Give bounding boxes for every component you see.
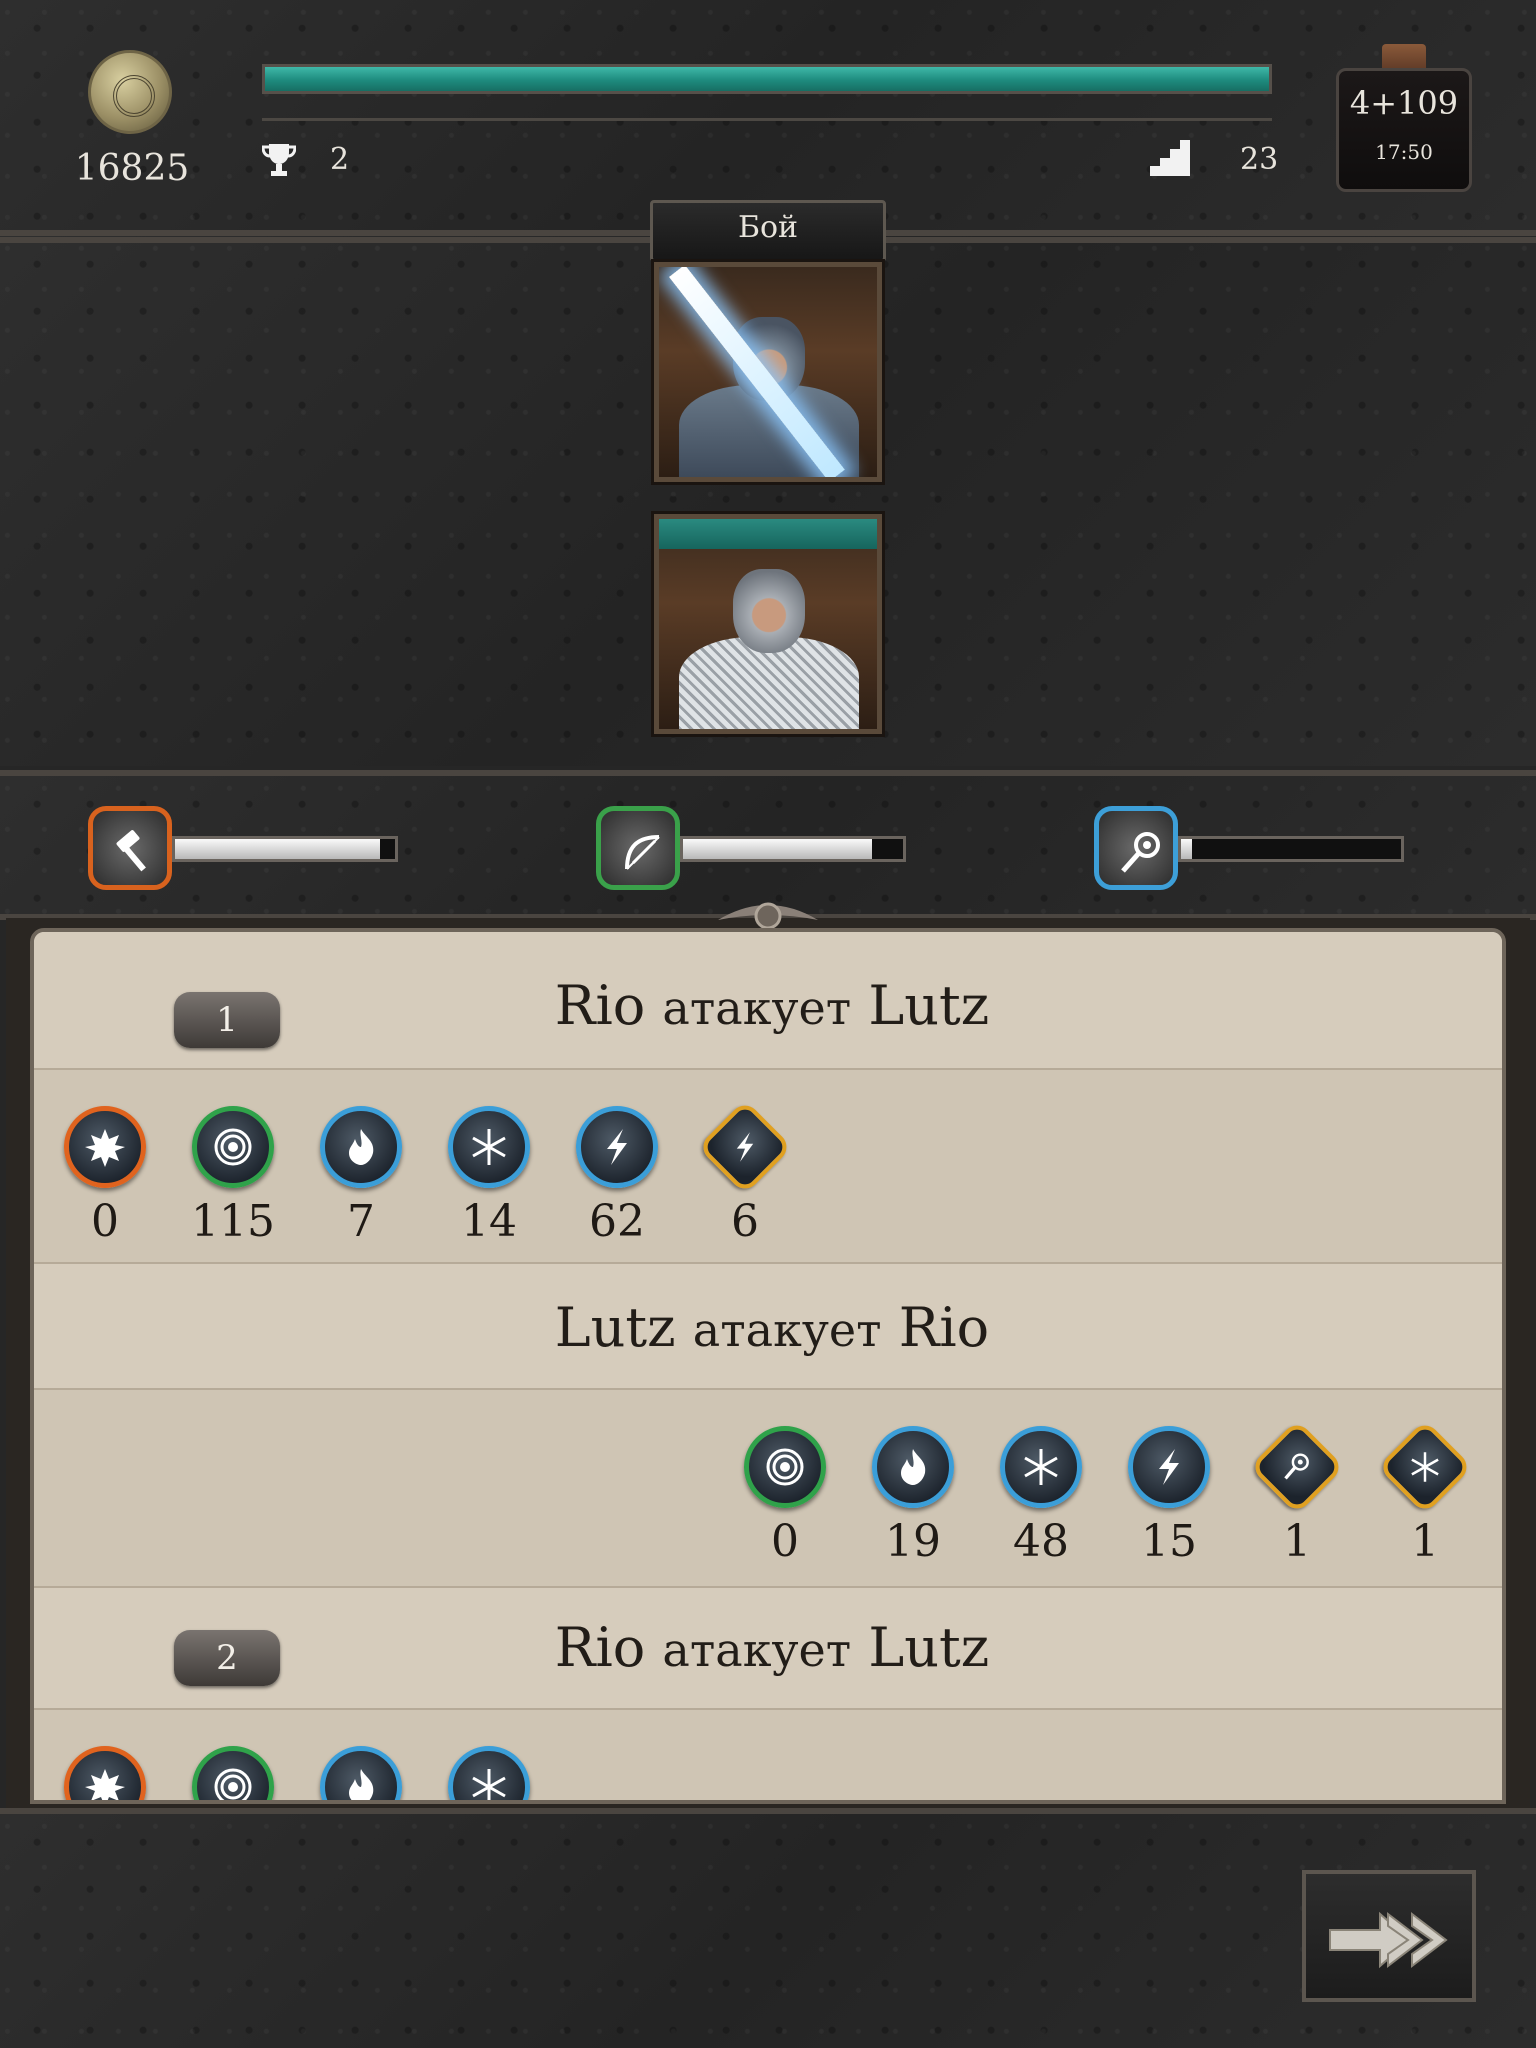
stat-item: 115 <box>188 1106 278 1256</box>
stat-value: 15 <box>1141 1516 1197 1567</box>
level-number: 23 <box>1240 142 1279 177</box>
target-name: Rio <box>898 1296 990 1359</box>
divider <box>262 118 1272 121</box>
stat-item: 0 <box>740 1426 830 1576</box>
stat-item: 0 <box>60 1106 150 1256</box>
potion-button[interactable]: 4+109 17:50 <box>1336 44 1472 192</box>
staff-bonus-icon <box>1249 1419 1345 1515</box>
stat-item: 14 <box>444 1106 534 1256</box>
target-icon <box>192 1746 274 1800</box>
stat-value: 14 <box>461 1196 517 1247</box>
player-portrait[interactable] <box>654 514 882 734</box>
stat-item <box>188 1746 278 1800</box>
player-health-bar <box>659 519 877 549</box>
lightning-icon <box>1128 1426 1210 1508</box>
double-arrow-icon <box>1329 1911 1448 1969</box>
experience-bar-fill <box>265 67 1269 91</box>
attacker-name: Rio <box>554 974 646 1037</box>
target-name: Lutz <box>868 1616 990 1679</box>
stat-item: 1 <box>1377 1419 1473 1576</box>
log-entry-header: 2 Rio атакует Lutz <box>34 1588 1502 1710</box>
hammer-icon <box>88 806 172 890</box>
target-icon <box>744 1426 826 1508</box>
staff-icon <box>1094 806 1178 890</box>
stat-item: 7 <box>316 1106 406 1256</box>
potion-count: 4+109 <box>1349 84 1459 122</box>
attack-line: Rio атакует Lutz <box>34 974 1502 1037</box>
damage-stats-row: 0 115 7 14 62 6 <box>34 1070 1502 1264</box>
stat-value: 0 <box>91 1196 119 1247</box>
stat-value: 1 <box>1283 1516 1311 1567</box>
attack-line: Rio атакует Lutz <box>34 1616 1502 1679</box>
attack-line: Lutz атакует Rio <box>34 1296 1502 1359</box>
attacker-name: Lutz <box>554 1296 676 1359</box>
stat-item <box>444 1746 534 1800</box>
burst-icon <box>64 1746 146 1800</box>
next-button[interactable] <box>1302 1870 1476 2002</box>
stat-value: 19 <box>885 1516 941 1567</box>
stat-item: 15 <box>1124 1426 1214 1576</box>
stat-value: 6 <box>731 1196 759 1247</box>
enemy-portrait[interactable] <box>654 262 882 482</box>
snowflake-icon <box>1000 1426 1082 1508</box>
stat-item <box>316 1746 406 1800</box>
snowflake-icon <box>448 1106 530 1188</box>
gold-amount: 16825 <box>74 148 190 189</box>
player-coif <box>733 569 805 653</box>
ranged-skill-bar <box>680 836 906 862</box>
stat-value: 0 <box>771 1516 799 1567</box>
stairs-level-icon <box>1150 140 1190 176</box>
stat-item <box>60 1746 150 1800</box>
fire-icon <box>320 1746 402 1800</box>
fire-icon <box>872 1426 954 1508</box>
stat-item: 1 <box>1249 1419 1345 1576</box>
lightning-icon <box>576 1106 658 1188</box>
ranged-skill-fill <box>683 839 873 859</box>
snowflake-resist-icon <box>1377 1419 1473 1515</box>
bottom-bar <box>0 1808 1536 2048</box>
battle-log[interactable]: 1 Rio атакует Lutz 0 115 7 14 62 6 Lutz … <box>30 928 1506 1804</box>
attack-verb: атакует <box>662 1623 852 1677</box>
potion-timer: 17:50 <box>1375 140 1433 164</box>
battle-title: Бой <box>737 210 799 245</box>
experience-bar <box>262 64 1272 94</box>
target-icon <box>192 1106 274 1188</box>
stat-item: 19 <box>868 1426 958 1576</box>
stat-item: 48 <box>996 1426 1086 1576</box>
trophy-count: 2 <box>330 142 350 177</box>
melee-skill-bar <box>172 836 398 862</box>
stat-item: 6 <box>697 1099 793 1256</box>
log-entry-header: 1 Rio атакует Lutz <box>34 932 1502 1070</box>
magic-skill-fill <box>1181 839 1192 859</box>
snowflake-icon <box>448 1746 530 1800</box>
attack-verb: атакует <box>692 1303 882 1357</box>
attack-verb: атакует <box>662 981 852 1035</box>
target-name: Lutz <box>868 974 990 1037</box>
burst-icon <box>64 1106 146 1188</box>
damage-stats-row <box>34 1710 1502 1800</box>
stat-value: 1 <box>1411 1516 1439 1567</box>
stat-value: 115 <box>191 1196 275 1247</box>
damage-stats-row: 0 19 48 15 1 1 <box>34 1390 1502 1588</box>
stat-value: 62 <box>589 1196 645 1247</box>
bow-icon <box>596 806 680 890</box>
gold-coin-icon <box>88 50 172 134</box>
log-entry-header: Lutz атакует Rio <box>34 1264 1502 1390</box>
stat-value: 7 <box>347 1196 375 1247</box>
fire-icon <box>320 1106 402 1188</box>
melee-skill-fill <box>175 839 380 859</box>
stat-item: 62 <box>572 1106 662 1256</box>
stat-value: 48 <box>1013 1516 1069 1567</box>
magic-skill-bar <box>1178 836 1404 862</box>
attacker-name: Rio <box>554 1616 646 1679</box>
lightning-resist-icon <box>697 1099 793 1195</box>
trophy-icon <box>262 144 296 176</box>
